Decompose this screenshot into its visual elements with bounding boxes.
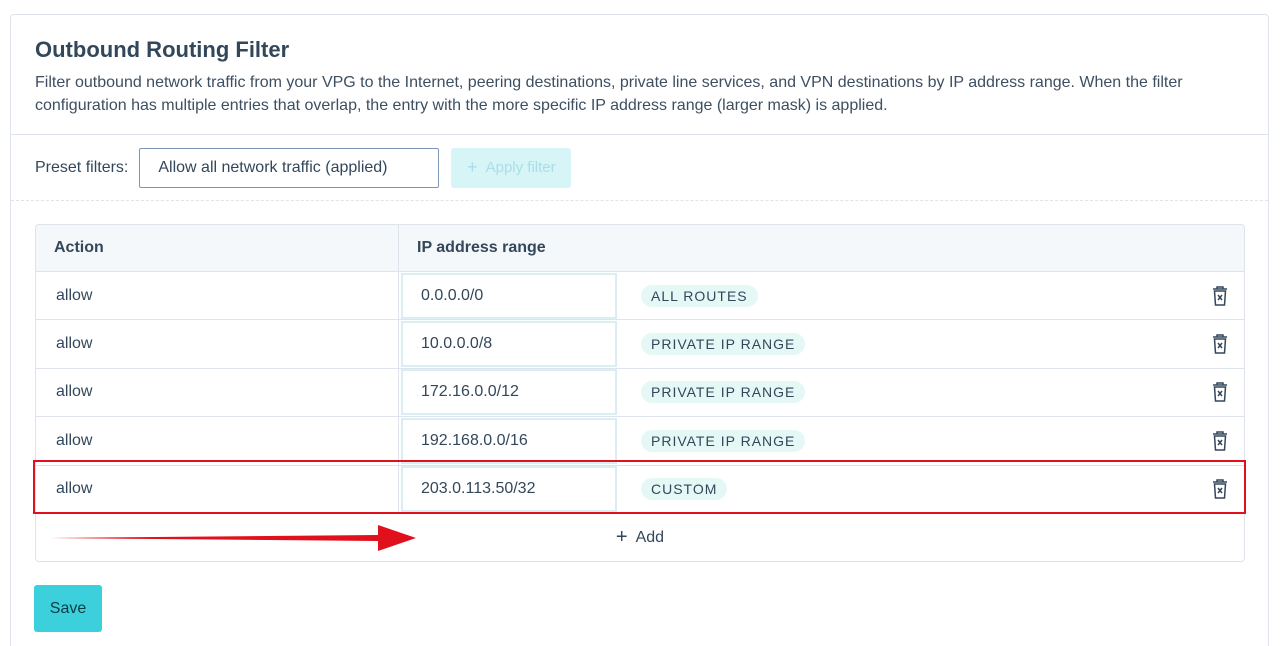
page-title: Outbound Routing Filter [35,37,290,62]
route-tag-badge: PRIVATE IP RANGE [641,429,806,452]
ip-range-input[interactable]: 10.0.0.0/8 [401,321,617,368]
add-entry-label: Add [635,528,665,546]
action-cell[interactable]: allow [36,368,399,417]
table-row: allow 0.0.0.0/0 ALL ROUTES [36,272,1244,321]
action-cell[interactable]: allow [36,417,399,465]
trash-icon[interactable] [1212,382,1228,403]
page-description: Filter outbound network traffic from you… [35,74,1183,114]
preset-filters-row: Preset filters: Allow all network traffi… [11,135,1268,201]
trash-icon[interactable] [1212,479,1228,499]
route-tag-badge: PRIVATE IP RANGE [641,381,806,404]
preset-filters-select[interactable]: Allow all network traffic (applied) [139,147,440,188]
card-header: Outbound Routing Filter Filter outbound … [11,15,1268,135]
column-header-ip-range: IP address range [417,239,546,256]
plus-icon: + [467,157,478,177]
route-tag-badge: CUSTOM [641,478,728,501]
trash-icon[interactable] [1212,431,1228,451]
ip-range-input[interactable]: 172.16.0.0/12 [401,369,617,416]
table-row: allow 172.16.0.0/12 PRIVATE IP RANGE [36,368,1244,418]
ip-range-input[interactable]: 192.168.0.0/16 [401,417,617,464]
table-header: Action IP address range [36,225,1244,272]
red-arrow-annotation [50,525,416,551]
table-row: allow 192.168.0.0/16 PRIVATE IP RANGE [36,417,1244,466]
apply-filter-button[interactable]: + Apply filter [451,147,572,188]
apply-filter-label: Apply filter [485,159,556,176]
trash-icon[interactable] [1212,285,1228,306]
column-header-action: Action [36,225,399,271]
ip-range-input[interactable]: 203.0.113.50/32 [401,466,617,513]
plus-icon: + [615,526,628,549]
route-tag-badge: PRIVATE IP RANGE [641,333,806,356]
preset-filters-label: Preset filters: [35,158,129,176]
table-row: allow 203.0.113.50/32 CUSTOM [36,465,1244,514]
table-row: allow 10.0.0.0/8 PRIVATE IP RANGE [36,320,1244,369]
preset-selected-value: Allow all network traffic (applied) [158,158,388,176]
route-tag-badge: ALL ROUTES [641,284,758,307]
filter-table: Action IP address range allow 0.0.0.0/0 … [35,224,1245,562]
ip-range-input[interactable]: 0.0.0.0/0 [401,272,617,319]
trash-icon[interactable] [1212,334,1228,354]
action-cell[interactable]: allow [36,465,399,513]
action-cell[interactable]: allow [36,272,399,320]
action-cell[interactable]: allow [36,320,399,368]
save-button[interactable]: Save [34,585,102,632]
